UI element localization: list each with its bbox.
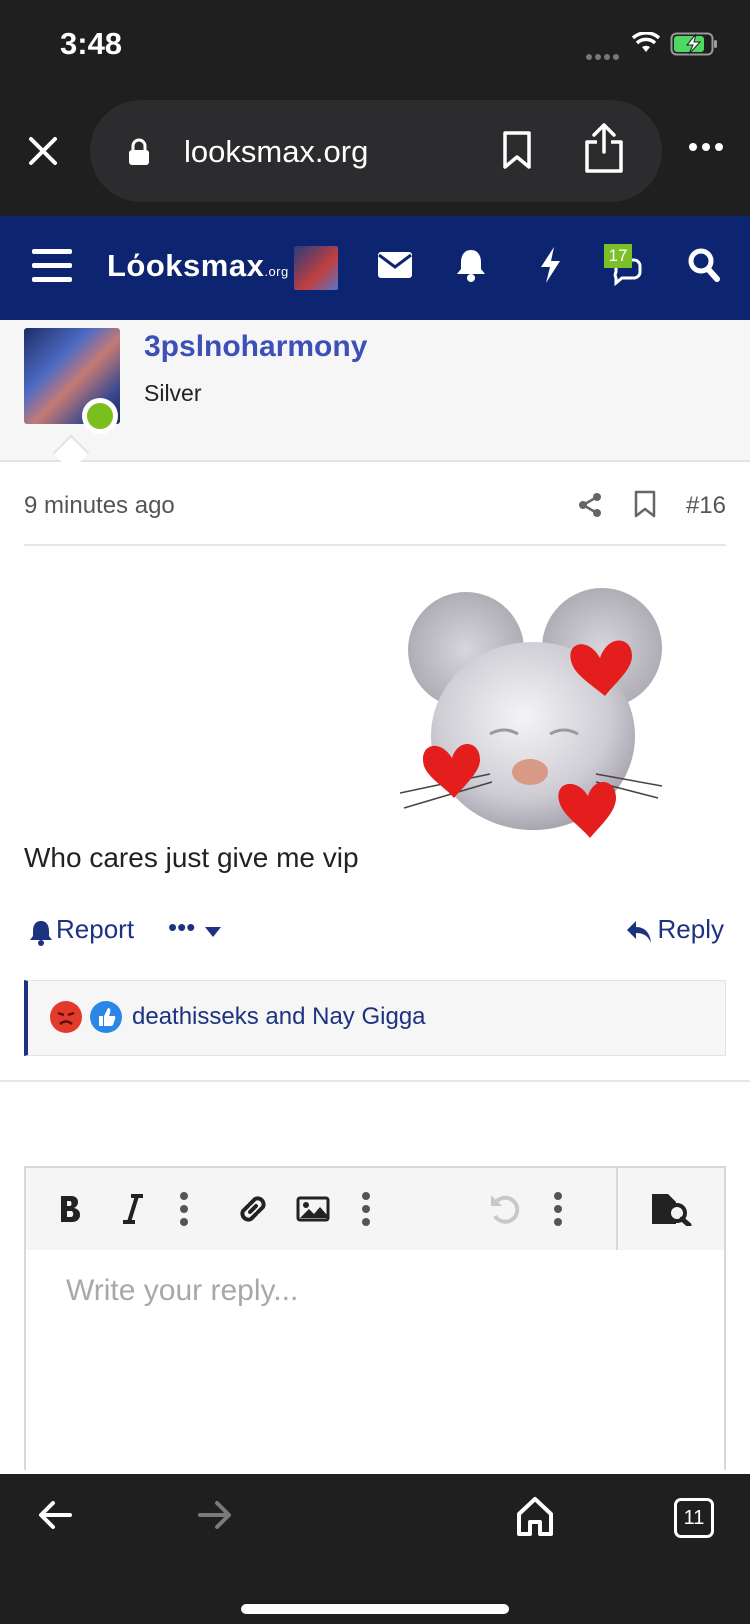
more-icon[interactable] <box>688 142 724 152</box>
bold-icon[interactable] <box>58 1194 82 1224</box>
bookmark-post-icon[interactable] <box>634 490 656 518</box>
chevron-down-icon[interactable] <box>204 926 222 938</box>
username[interactable]: 3pslnoharmony <box>144 330 367 364</box>
browser-bottom-bar: 11 <box>0 1474 750 1624</box>
tabs-button[interactable]: 11 <box>674 1498 714 1538</box>
reactions-bar[interactable]: deathisseks and Nay Gigga <box>24 980 726 1056</box>
more-insert-options-icon[interactable] <box>362 1192 370 1226</box>
post-text: Who cares just give me vip <box>24 842 359 873</box>
link-icon[interactable] <box>236 1192 270 1226</box>
post-time[interactable]: 9 minutes ago <box>24 492 175 520</box>
post-user-block: 3pslnoharmony Silver <box>0 320 750 472</box>
bookmark-icon[interactable] <box>502 130 532 170</box>
more-options-link[interactable]: ••• <box>168 912 195 943</box>
wifi-icon <box>632 32 660 52</box>
search-icon[interactable] <box>688 248 720 282</box>
forward-arrow-icon[interactable] <box>198 1500 232 1530</box>
reply-arrow-icon <box>627 921 651 943</box>
share-icon[interactable] <box>584 122 624 174</box>
divider <box>0 1080 750 1082</box>
cellular-signal-icon <box>586 47 622 60</box>
lightning-icon[interactable] <box>538 246 562 284</box>
status-bar: 3:48 <box>0 0 750 92</box>
toolbar-divider <box>616 1168 618 1250</box>
like-reaction-icon <box>90 1001 122 1033</box>
italic-icon[interactable] <box>122 1194 144 1224</box>
url-text[interactable]: looksmax.org <box>184 134 368 170</box>
reply-link[interactable]: Reply <box>658 914 724 945</box>
battery-charging-icon <box>670 32 717 56</box>
undo-icon[interactable] <box>488 1192 522 1226</box>
user-title: Silver <box>144 380 202 406</box>
bell-report-icon <box>30 921 52 946</box>
back-arrow-icon[interactable] <box>38 1500 72 1530</box>
status-time: 3:48 <box>60 26 123 61</box>
reaction-users[interactable]: deathisseks and Nay Gigga <box>132 1003 426 1031</box>
lock-icon <box>129 138 149 165</box>
post-actions: Report ••• Reply <box>24 912 726 952</box>
chat-count-badge: 17 <box>604 244 632 268</box>
close-icon[interactable] <box>28 136 58 166</box>
forum-navbar: Lόοksmax.org 17 <box>0 216 750 320</box>
mouse-memoji-sticker <box>400 588 663 838</box>
reply-editor: Write your reply... <box>24 1166 726 1470</box>
more-editor-options-icon[interactable] <box>554 1192 562 1226</box>
share-post-icon[interactable] <box>578 492 602 518</box>
envelope-icon[interactable] <box>378 252 412 278</box>
post-meta: 9 minutes ago #16 <box>24 464 726 546</box>
home-indicator[interactable] <box>241 1604 509 1614</box>
site-logo[interactable]: Lόοksmax.org <box>107 248 289 284</box>
report-link[interactable]: Report <box>56 914 134 945</box>
image-icon[interactable] <box>296 1196 330 1222</box>
reply-input[interactable]: Write your reply... <box>66 1274 298 1308</box>
browser-toolbar: looksmax.org <box>0 92 750 216</box>
nav-user-avatar[interactable] <box>294 246 338 290</box>
hamburger-menu-icon[interactable] <box>32 248 72 284</box>
post-number[interactable]: #16 <box>686 492 726 520</box>
address-bar[interactable]: looksmax.org <box>90 100 662 202</box>
angry-reaction-icon <box>50 1001 82 1033</box>
more-text-options-icon[interactable] <box>180 1192 188 1226</box>
editor-toolbar <box>26 1168 724 1250</box>
bell-icon[interactable] <box>456 248 486 282</box>
online-indicator <box>82 398 118 434</box>
preview-icon[interactable] <box>650 1192 692 1226</box>
home-icon[interactable] <box>516 1496 554 1536</box>
